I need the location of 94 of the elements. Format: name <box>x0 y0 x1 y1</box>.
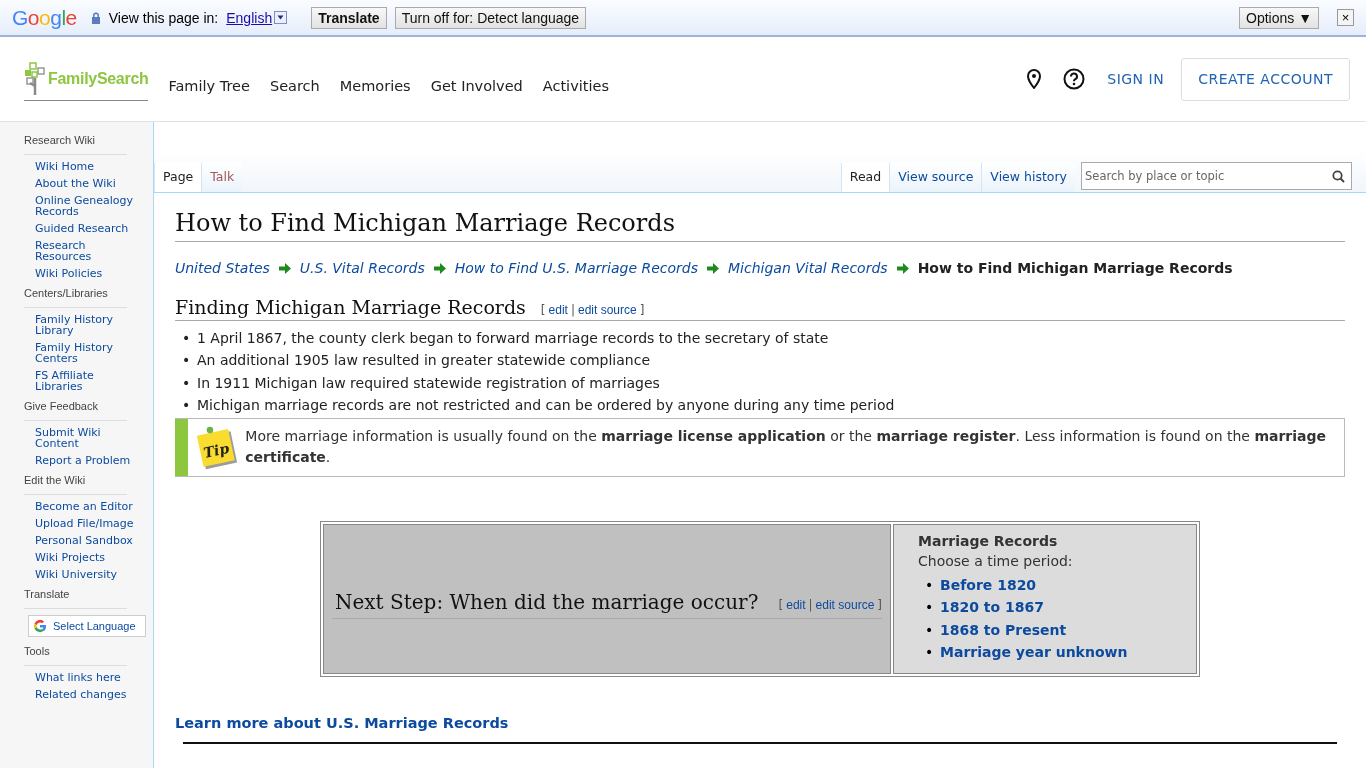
lock-icon <box>90 11 101 24</box>
sidebar-heading: Edit the Wiki <box>24 474 127 495</box>
sidebar-heading: Translate <box>24 588 127 609</box>
nav-link[interactable]: Family Tree <box>168 78 250 94</box>
bullet: • <box>925 575 935 595</box>
google-g-icon <box>33 619 47 633</box>
arrow-icon <box>278 262 291 274</box>
translate-button[interactable]: Translate <box>311 6 387 29</box>
sign-in-link[interactable]: SIGN IN <box>1107 71 1165 87</box>
sidebar-link[interactable]: Become an Editor <box>35 501 135 512</box>
bullet: • <box>182 329 192 348</box>
bullet: • <box>925 598 935 618</box>
dropdown-icon[interactable] <box>274 11 288 24</box>
arrow-icon <box>707 262 719 274</box>
view-tab[interactable]: View source <box>889 163 982 192</box>
sidebar-link[interactable]: Wiki Projects <box>35 552 135 563</box>
sidebar-heading: Research Wiki <box>24 134 127 155</box>
bullet-text: An additional 1905 law resulted in greater statewide compliance <box>197 351 651 371</box>
nav-link[interactable]: Get Involved <box>430 78 523 94</box>
page-tab[interactable]: Talk <box>201 163 243 192</box>
sidebar-link[interactable]: Related changes <box>35 689 135 700</box>
sidebar-link[interactable]: Family History Centers <box>35 342 135 364</box>
breadcrumb-link[interactable]: Michigan Vital Records <box>728 260 888 276</box>
options-button[interactable]: Options ▼ <box>1239 6 1319 29</box>
sidebar-link[interactable]: About the Wiki <box>35 178 135 189</box>
learn-more-link[interactable]: Learn more about U.S. Marriage Records <box>175 714 509 731</box>
bullet: • <box>925 643 935 663</box>
view-tab[interactable]: Read <box>840 163 890 192</box>
sidebar-heading: Tools <box>24 645 127 666</box>
bracket: ] <box>639 303 645 317</box>
tip-text: More marriage information is usually found on the marriage license application or the marriage register. Less information is found on the marriage certificate. <box>245 427 1327 468</box>
select-language-button[interactable]: Select Language <box>28 615 146 637</box>
search-icon[interactable] <box>1332 170 1345 183</box>
section-heading: Finding Michigan Marriage Records <box>175 296 526 318</box>
time-period-link[interactable]: Marriage year unknown <box>940 641 1128 664</box>
time-period-link[interactable]: Before 1820 <box>940 573 1037 597</box>
breadcrumb-link[interactable]: U.S. Vital Records <box>299 260 425 276</box>
bullet: • <box>182 351 192 371</box>
next-step-heading: Next Step: When did the marriage occur? <box>335 590 759 615</box>
time-period-link[interactable]: 1868 to Present <box>940 618 1067 642</box>
bracket: ] <box>877 598 882 613</box>
sidebar-heading: Give Feedback <box>24 400 127 421</box>
location-pin-icon[interactable] <box>1027 69 1042 89</box>
close-button[interactable]: × <box>1337 9 1354 26</box>
separator: | <box>570 303 575 317</box>
box-title: Marriage Records <box>918 532 1059 549</box>
bracket: [ <box>540 303 546 317</box>
tip-accent-bar <box>175 418 189 476</box>
edit-link[interactable]: edit <box>548 303 568 317</box>
edit-link[interactable]: edit <box>786 598 806 613</box>
bullet-text: In 1911 Michigan law required statewide registration of marriages <box>197 373 660 393</box>
breadcrumb-current: How to Find Michigan Marriage Records <box>917 260 1233 276</box>
sidebar-link[interactable]: Upload File/Image <box>35 518 135 529</box>
page-title: How to Find Michigan Marriage Records <box>175 209 1345 242</box>
translate-prompt: View this page in: <box>108 9 219 26</box>
bullet-text: 1 April 1867, the county clerk began to forward marriage records to the secretary of state <box>197 329 829 348</box>
sidebar-link[interactable]: Personal Sandbox <box>35 535 135 546</box>
edit-source-link[interactable]: edit source <box>815 598 875 613</box>
sidebar-link[interactable]: Submit Wiki Content <box>35 427 135 449</box>
nav-link[interactable]: Activities <box>542 78 609 94</box>
bullet-text: Michigan marriage records are not restricted and can be ordered by anyone during any time period <box>197 396 895 416</box>
bullet: • <box>182 373 192 393</box>
nav-link[interactable]: Search <box>269 78 320 94</box>
sidebar-link[interactable]: Report a Problem <box>35 455 135 466</box>
breadcrumb-link[interactable]: How to Find U.S. Marriage Records <box>454 260 698 276</box>
help-icon[interactable] <box>1063 68 1086 90</box>
sidebar-link[interactable]: FS Affiliate Libraries <box>35 370 135 392</box>
sidebar-heading: Centers/Libraries <box>24 287 127 308</box>
create-account-button[interactable]: CREATE ACCOUNT <box>1181 57 1350 101</box>
language-link[interactable]: English <box>226 9 273 26</box>
bracket: [ <box>778 598 784 613</box>
sidebar-link[interactable]: Wiki University <box>35 569 135 580</box>
arrow-icon <box>896 262 909 274</box>
breadcrumb-link[interactable]: United States <box>175 260 270 276</box>
sidebar-link[interactable]: Wiki Home <box>35 161 135 172</box>
nav-link[interactable]: Memories <box>339 78 411 94</box>
sidebar-link[interactable]: What links here <box>35 672 135 683</box>
bullet: • <box>925 620 935 640</box>
arrow-icon <box>433 262 446 274</box>
edit-source-link[interactable]: edit source <box>577 303 637 317</box>
sidebar-link[interactable]: Wiki Policies <box>35 268 135 279</box>
view-tab[interactable]: View history <box>981 163 1075 192</box>
google-logo: Google <box>12 5 77 30</box>
box-prompt: Choose a time period: <box>918 552 1074 569</box>
search-field[interactable]: Search by place or topic <box>1081 162 1352 190</box>
time-period-link[interactable]: 1820 to 1867 <box>940 596 1044 619</box>
turn-off-button[interactable]: Turn off for: Detect language <box>394 6 587 29</box>
sidebar-link[interactable]: Guided Research <box>35 223 135 234</box>
sidebar-link[interactable]: Family History Library <box>35 314 135 336</box>
separator: | <box>808 598 813 613</box>
sidebar-link[interactable]: Online Genealogy Records <box>35 195 135 217</box>
sidebar-link[interactable]: Research Resources <box>35 240 135 262</box>
page-tab[interactable]: Page <box>154 163 202 192</box>
bullet: • <box>182 396 192 416</box>
